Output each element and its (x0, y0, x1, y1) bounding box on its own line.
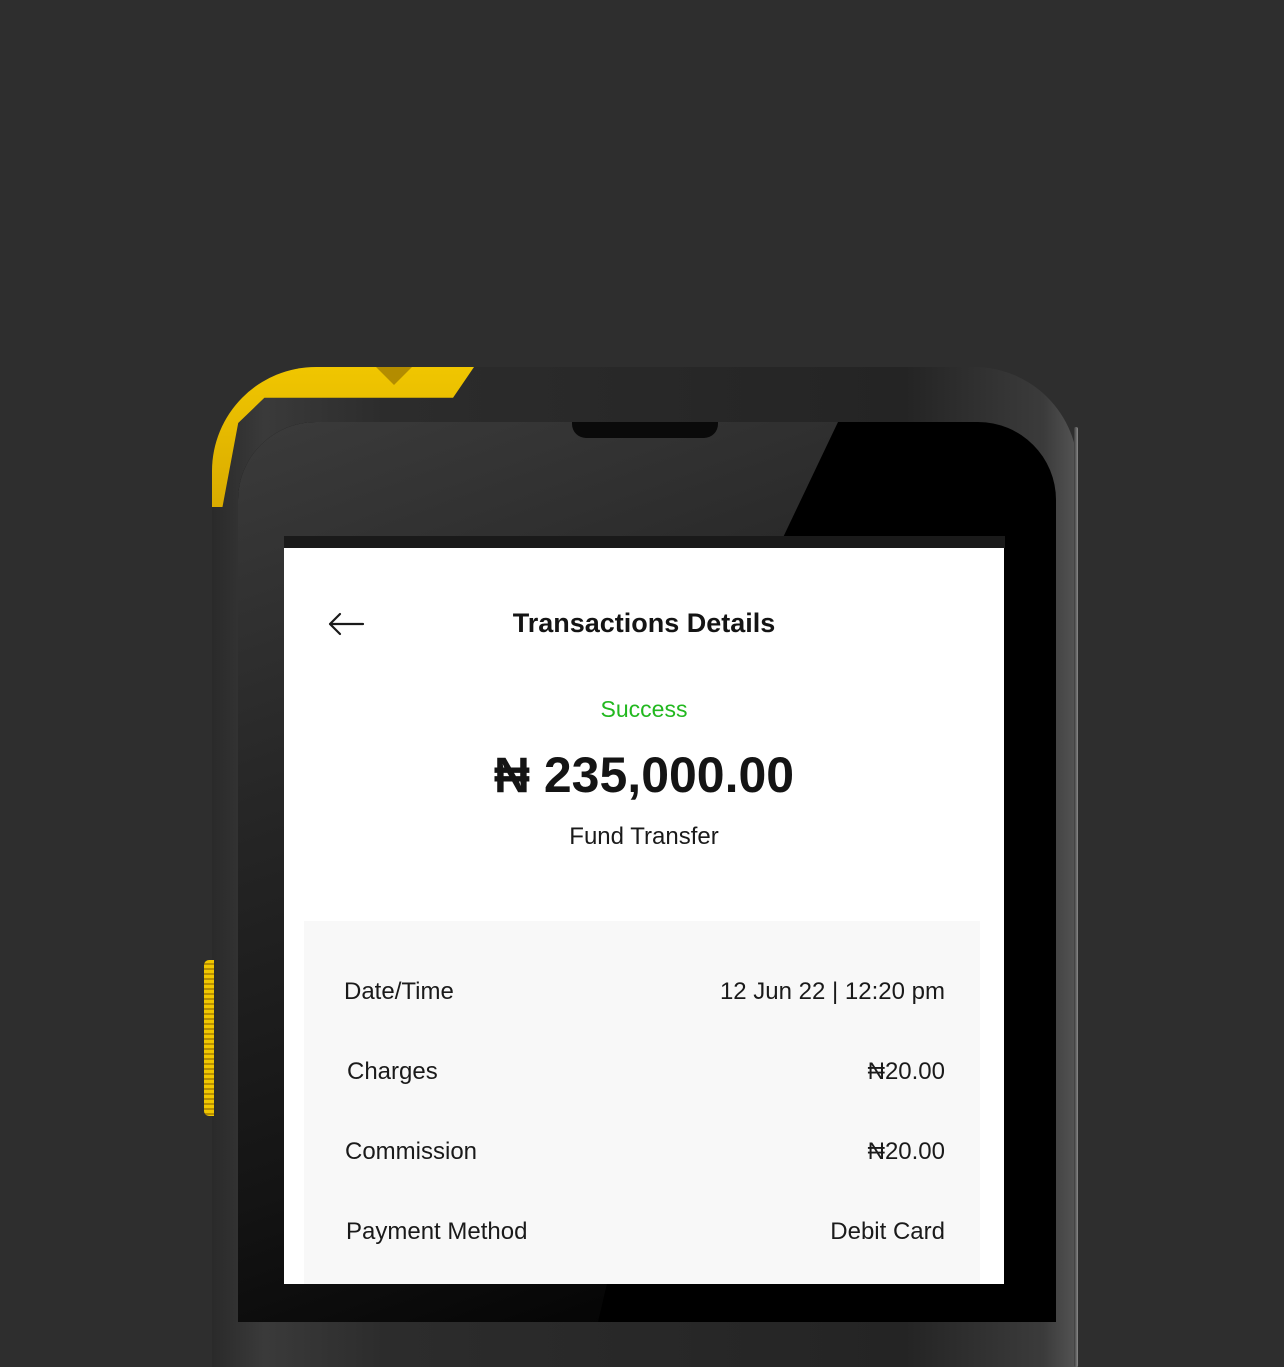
detail-label: Payment Method (346, 1218, 528, 1245)
device-rim (1074, 427, 1078, 1367)
status-bar-strip (284, 536, 1005, 548)
side-scan-button (204, 960, 214, 1116)
detail-label: Charges (347, 1058, 438, 1085)
earpiece-speaker (572, 422, 718, 438)
detail-value: 12 Jun 22 | 12:20 pm (719, 978, 945, 1005)
detail-row-datetime: Date/Time 12 Jun 22 | 12:20 pm (344, 975, 945, 1009)
transaction-type: Fund Transfer (569, 823, 719, 850)
detail-label: Commission (345, 1138, 478, 1165)
detail-row-charges: Charges ₦20.00 (347, 1055, 945, 1089)
detail-value: ₦20.00 (867, 1058, 945, 1085)
detail-value: Debit Card (830, 1218, 945, 1245)
device-notch-mark (376, 367, 412, 385)
details-card: Date/Time 12 Jun 22 | 12:20 pm Charges ₦… (304, 921, 980, 1284)
transaction-amount: ₦ 235,000.00 (493, 747, 795, 803)
status-badge: Success (600, 696, 688, 722)
detail-label: Date/Time (344, 978, 454, 1005)
detail-row-payment-method: Payment Method Debit Card (346, 1215, 945, 1249)
detail-value: ₦20.00 (867, 1138, 945, 1165)
transaction-details-screen: Transactions Details Success ₦ 235,000.0… (284, 548, 1004, 1284)
page-title: Transactions Details (512, 608, 776, 638)
detail-row-commission: Commission ₦20.00 (345, 1135, 945, 1169)
